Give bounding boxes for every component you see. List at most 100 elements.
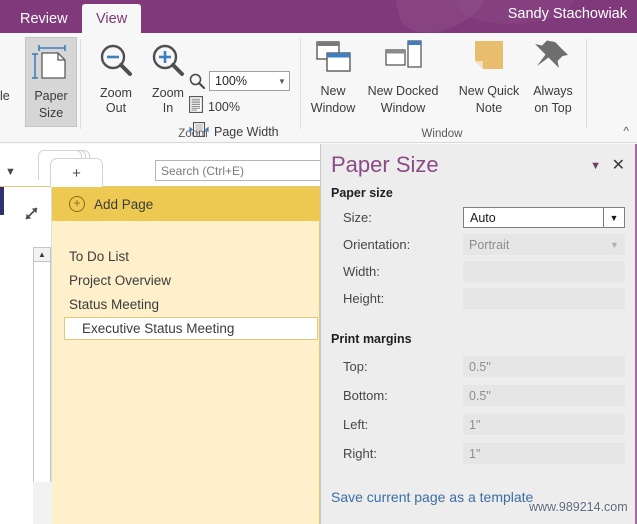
vertical-scrollbar[interactable] [33, 247, 51, 487]
group-separator [80, 39, 81, 129]
width-field-label: Width: [343, 264, 380, 279]
notebook-color-marker [0, 187, 4, 215]
circle-plus-icon: + [69, 196, 85, 212]
height-input[interactable] [463, 288, 625, 309]
group-separator-3 [586, 39, 587, 129]
magnifier-icon [189, 73, 205, 94]
always-on-top-button[interactable]: Always on Top [524, 37, 582, 116]
window-group-label: Window [421, 128, 463, 140]
expand-arrows-icon[interactable] [23, 205, 40, 225]
notebook-gutter: ▲ [0, 187, 52, 524]
section-tab-strip: ▼ + Search (Ctrl+E) [0, 144, 323, 188]
magnifier-plus-icon [148, 41, 188, 86]
width-input[interactable] [463, 261, 625, 282]
user-name[interactable]: Sandy Stachowiak [508, 6, 627, 22]
page-list-item-2[interactable]: Status Meeting [52, 293, 320, 316]
tab-review[interactable]: Review [6, 4, 82, 33]
chevron-up-icon[interactable]: ^ [623, 124, 629, 138]
paper-size-button[interactable]: Paper Size [25, 37, 77, 127]
paper-size-panel: Paper Size ▼ ✕ Paper size Size: Auto ▼ O… [320, 144, 637, 524]
page-list-item-1[interactable]: Project Overview [52, 269, 320, 292]
gutter-footer [33, 482, 52, 524]
right-margin-label: Right: [343, 446, 377, 461]
orientation-dropdown-value: Portrait [469, 237, 510, 252]
page-dimensions-icon [31, 44, 71, 87]
zoom-out-label-2: Out [105, 101, 127, 115]
docked-window-icon [381, 37, 425, 82]
chevron-down-icon[interactable]: ▼ [5, 166, 16, 178]
paper-size-section-heading: Paper size [331, 186, 393, 200]
quick-note-icon [469, 37, 509, 82]
bottom-margin-label: Bottom: [343, 388, 388, 403]
add-section-tab-button[interactable]: + [50, 158, 103, 188]
size-dropdown[interactable]: Auto ▼ [463, 207, 625, 228]
zoom-level-value: 100% [215, 74, 247, 88]
zoom-in-button[interactable]: Zoom In [140, 41, 196, 116]
new-quick-note-label-2: Note [475, 101, 503, 115]
size-dropdown-value: Auto [470, 210, 496, 225]
right-margin-input[interactable]: 1" [463, 443, 625, 464]
height-field-label: Height: [343, 291, 385, 306]
magnifier-minus-icon [96, 41, 136, 86]
close-icon[interactable]: ✕ [612, 155, 625, 175]
add-page-button[interactable]: + Add Page [52, 187, 320, 221]
zoom-out-button[interactable]: Zoom Out [88, 41, 144, 116]
new-docked-window-button[interactable]: New Docked Window [362, 37, 444, 116]
watermark: www.989214.com [529, 500, 628, 514]
pin-icon [533, 37, 573, 82]
scroll-up-icon[interactable]: ▲ [33, 247, 51, 262]
right-margin-value: 1" [469, 446, 481, 461]
new-quick-note-button[interactable]: New Quick Note [456, 37, 522, 116]
zoom-group-label: Zoom [178, 128, 208, 140]
new-window-icon [311, 37, 355, 82]
notebook-area: ▼ + Search (Ctrl+E) ▲ + Add Page To Do L… [0, 144, 323, 524]
onenote-window: Review View Sandy Stachowiak le Paper Si… [0, 0, 637, 524]
new-quick-note-label-1: New Quick [458, 84, 520, 98]
paper-size-button-label-1: Paper [34, 89, 68, 103]
truncated-ribbon-label: le [0, 89, 10, 103]
save-template-link[interactable]: Save current page as a template [331, 489, 533, 505]
chevron-down-icon[interactable]: ▼ [603, 208, 624, 227]
zoom-100-button[interactable]: 100% [189, 96, 240, 118]
new-window-label-2: Window [310, 101, 356, 115]
title-bar: Review View Sandy Stachowiak [0, 0, 637, 33]
ribbon: le Paper Size Zoom Out Zoom In 100% ▼ 10… [0, 33, 637, 143]
new-docked-window-label-1: New Docked [367, 84, 439, 98]
zoom-in-label-2: In [162, 101, 174, 115]
zoom-in-label-1: Zoom [152, 86, 184, 100]
new-docked-window-label-2: Window [380, 101, 426, 115]
bottom-margin-input[interactable]: 0.5" [463, 385, 625, 406]
search-input[interactable]: Search (Ctrl+E) [155, 160, 323, 181]
plus-icon: + [72, 165, 81, 182]
left-margin-label: Left: [343, 417, 369, 432]
orientation-dropdown[interactable]: Portrait ▼ [463, 234, 625, 255]
top-margin-label: Top: [343, 359, 368, 374]
top-margin-value: 0.5" [469, 359, 491, 374]
chevron-down-icon[interactable]: ▼ [275, 77, 289, 86]
always-on-top-label-2: on Top [534, 101, 572, 115]
paper-size-button-label-2: Size [38, 106, 64, 120]
size-field-label: Size: [343, 210, 372, 225]
left-margin-value: 1" [469, 417, 481, 432]
tab-view[interactable]: View [82, 4, 142, 33]
page-list-item-3[interactable]: Executive Status Meeting [64, 317, 318, 340]
page-list: + Add Page To Do List Project Overview S… [52, 187, 320, 524]
panel-title: Paper Size [331, 152, 439, 177]
orientation-field-label: Orientation: [343, 237, 411, 252]
zoom-out-label-1: Zoom [100, 86, 132, 100]
group-separator-2 [300, 39, 301, 129]
add-page-label: Add Page [94, 196, 154, 212]
chevron-down-icon[interactable]: ▼ [604, 234, 625, 255]
page-list-item-0[interactable]: To Do List [52, 245, 320, 268]
chevron-down-icon[interactable]: ▼ [590, 160, 601, 172]
top-margin-input[interactable]: 0.5" [463, 356, 625, 377]
left-margin-input[interactable]: 1" [463, 414, 625, 435]
zoom-level-combobox[interactable]: 100% ▼ [209, 71, 290, 91]
print-margins-section-heading: Print margins [331, 332, 412, 346]
bottom-margin-value: 0.5" [469, 388, 491, 403]
new-window-button[interactable]: New Window [302, 37, 364, 116]
zoom-100-label: 100% [208, 100, 240, 114]
always-on-top-label-1: Always [533, 84, 573, 98]
new-window-label-1: New [320, 84, 346, 98]
page-icon [189, 96, 203, 118]
